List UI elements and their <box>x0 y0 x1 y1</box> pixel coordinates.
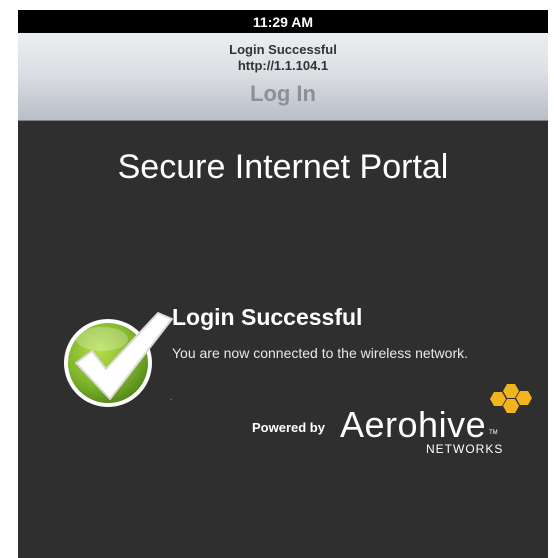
title-bar: Login Successful http://1.1.104.1 Log In <box>18 33 548 121</box>
status-time: 11:29 AM <box>252 13 314 30</box>
marker-text: . <box>170 392 173 402</box>
success-title: Login Successful <box>172 304 363 330</box>
powered-by-label: Powered by <box>252 420 325 435</box>
checkmark-icon <box>62 303 182 413</box>
brand-subtitle: NETWORKS <box>426 442 504 456</box>
login-header: Log In <box>250 81 316 106</box>
page-url: http://1.1.104.1 <box>237 58 329 73</box>
portal-heading: Secure Internet Portal <box>117 148 449 186</box>
brand-trademark: TM <box>489 430 498 436</box>
hexagon-cluster-icon <box>490 383 534 421</box>
status-bar: 11:29 AM <box>18 10 548 33</box>
page-title: Login Successful <box>229 42 337 57</box>
brand-name: Aerohive <box>340 404 487 445</box>
success-message: You are now connected to the wireless ne… <box>172 345 468 361</box>
phone-screen: 11:29 AM Login Successful http://1.1.104… <box>18 10 548 558</box>
